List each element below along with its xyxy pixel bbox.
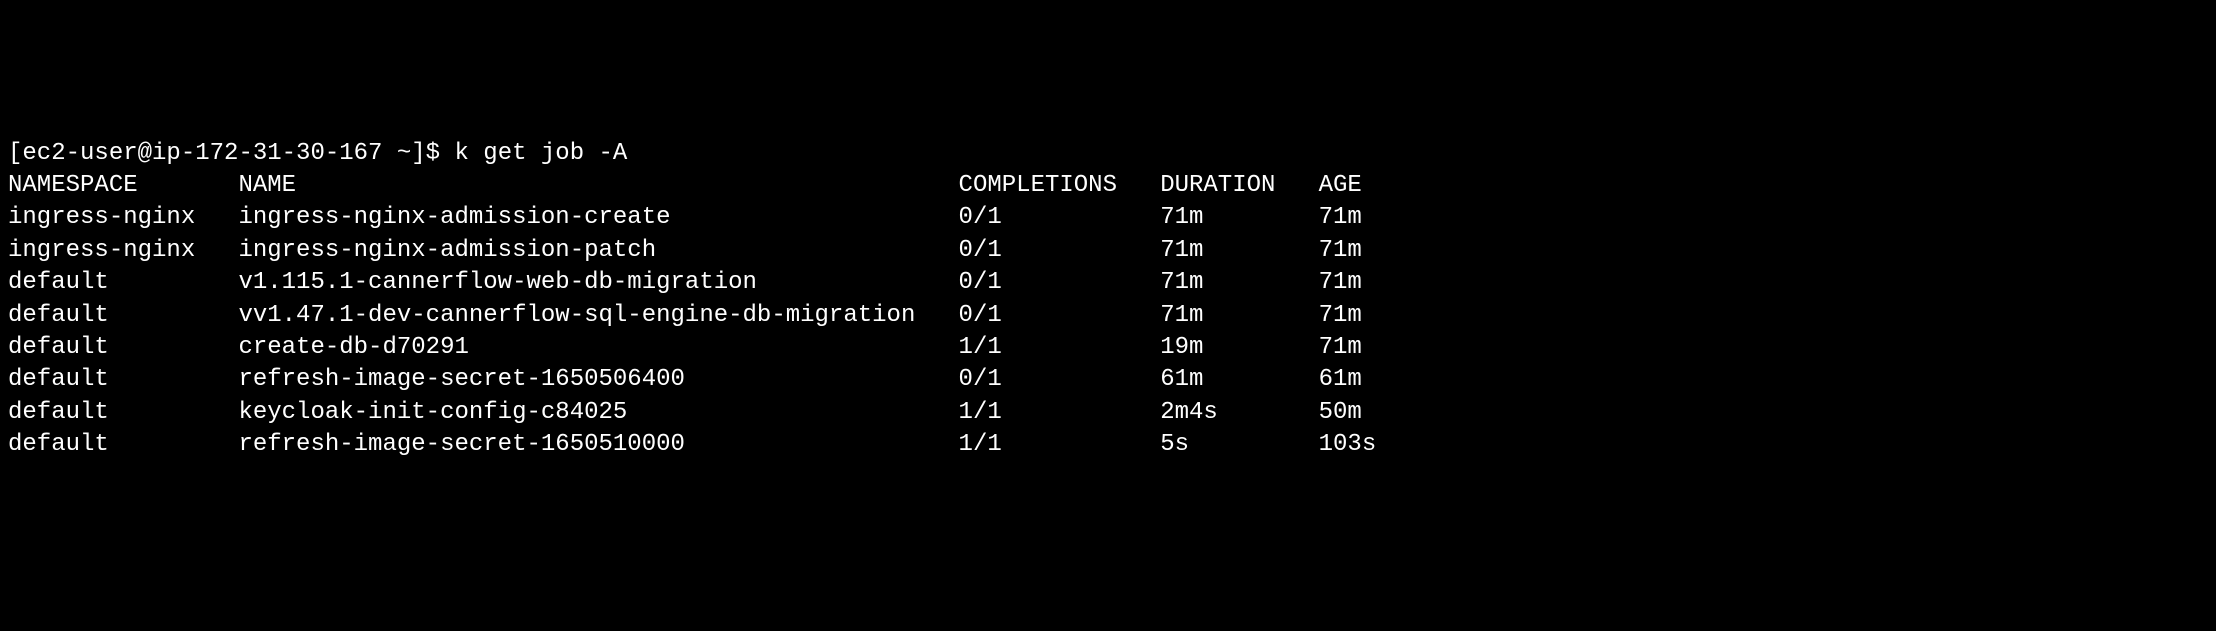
table-header-row: NAMESPACE NAME COMPLETIONS DURATION AGE [8, 170, 2208, 202]
table-row: ingress-nginx ingress-nginx-admission-cr… [8, 202, 2208, 234]
table-row: default create-db-d70291 1/1 19m 71m [8, 332, 2208, 364]
table-row: ingress-nginx ingress-nginx-admission-pa… [8, 235, 2208, 267]
table-body: ingress-nginx ingress-nginx-admission-cr… [8, 202, 2208, 461]
table-row: default refresh-image-secret-1650506400 … [8, 364, 2208, 396]
shell-prompt: [ec2-user@ip-172-31-30-167 ~]$ [8, 140, 454, 167]
table-row: default vv1.47.1-dev-cannerflow-sql-engi… [8, 300, 2208, 332]
table-row: default refresh-image-secret-1650510000 … [8, 429, 2208, 461]
command-text: k get job -A [454, 140, 627, 167]
terminal-output[interactable]: [ec2-user@ip-172-31-30-167 ~]$ k get job… [8, 138, 2208, 462]
table-row: default v1.115.1-cannerflow-web-db-migra… [8, 267, 2208, 299]
table-row: default keycloak-init-config-c84025 1/1 … [8, 397, 2208, 429]
